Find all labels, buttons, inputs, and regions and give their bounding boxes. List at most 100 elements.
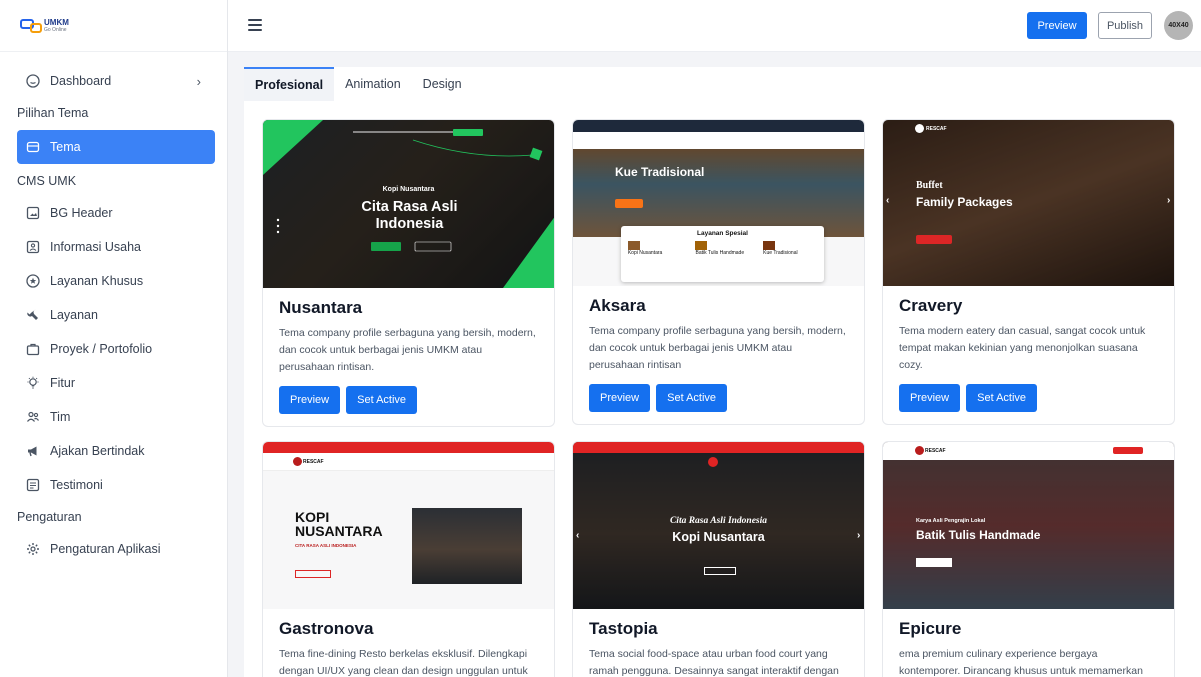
section-label-cms: CMS UMK bbox=[17, 174, 77, 188]
chevron-left-icon[interactable]: ‹ bbox=[576, 530, 579, 541]
theme-description: Tema company profile serbaguna yang bers… bbox=[279, 327, 536, 373]
tab-animation[interactable]: Animation bbox=[334, 67, 412, 101]
thumbnail-kicker: Kopi Nusantara bbox=[382, 186, 435, 193]
lightbulb-icon bbox=[26, 376, 40, 390]
thumbnail-brand: RESCAF bbox=[926, 126, 947, 132]
sidebar-item-ajakan[interactable]: Ajakan Bertindak bbox=[0, 434, 227, 468]
chevron-right-icon: › bbox=[196, 73, 201, 89]
sidebar-item-layanan-khusus[interactable]: Layanan Khusus bbox=[0, 264, 227, 298]
preview-button[interactable]: Preview bbox=[1027, 12, 1087, 39]
thumbnail-title: Batik Tulis Handmade bbox=[916, 528, 1041, 542]
sidebar: UMKM Go Online Dashboard › Pilihan Tema … bbox=[0, 0, 228, 677]
users-icon bbox=[26, 410, 40, 424]
sidebar-item-tema[interactable]: Tema bbox=[17, 130, 215, 164]
theme-card-epicure: RESCAF Karya Asli Pengrajin Lokal Batik … bbox=[882, 441, 1175, 677]
sidebar-item-label: Testimoni bbox=[50, 478, 103, 492]
theme-thumbnail[interactable]: RESCAF Buffet Family Packages ‹ › bbox=[883, 120, 1174, 286]
theme-thumbnail[interactable]: Cita Rasa Asli Indonesia Kopi Nusantara … bbox=[573, 442, 864, 609]
theme-description: Tema fine-dining Resto berkelas eksklusi… bbox=[279, 648, 528, 677]
set-active-button[interactable]: Set Active bbox=[346, 386, 418, 414]
sidebar-item-label: Tim bbox=[50, 410, 71, 424]
theme-thumbnail[interactable]: RESCAF Karya Asli Pengrajin Lokal Batik … bbox=[883, 442, 1174, 609]
sidebar-item-layanan[interactable]: Layanan bbox=[0, 298, 227, 332]
briefcase-icon bbox=[26, 342, 40, 356]
sidebar-item-label: Layanan bbox=[50, 308, 98, 322]
section-label-settings: Pengaturan bbox=[17, 510, 82, 524]
theme-description: ema premium culinary experience bergaya … bbox=[899, 648, 1143, 677]
sidebar-item-label: Layanan Khusus bbox=[50, 274, 144, 288]
thumbnail-subtitle: Layanan Spesial bbox=[697, 230, 748, 237]
image-icon bbox=[26, 206, 40, 220]
star-circle-icon bbox=[26, 274, 40, 288]
thumbnail-item: Kue Tradisional bbox=[763, 250, 798, 256]
theme-thumbnail[interactable]: Kue Tradisional Layanan Spesial Kopi Nus… bbox=[573, 120, 864, 286]
tab-profesional[interactable]: Profesional bbox=[244, 67, 335, 101]
theme-description: Tema modern eatery dan casual, sangat co… bbox=[899, 325, 1146, 371]
sidebar-item-dashboard[interactable]: Dashboard › bbox=[0, 64, 227, 98]
thumbnail-title: Family Packages bbox=[916, 195, 1013, 209]
avatar[interactable]: 40X40 bbox=[1164, 11, 1193, 40]
theme-title: Gastronova bbox=[279, 619, 374, 638]
theme-title: Tastopia bbox=[589, 619, 658, 638]
theme-card-cravery: RESCAF Buffet Family Packages ‹ › Craver… bbox=[882, 119, 1175, 425]
theme-tabs: Profesional Animation Design bbox=[244, 67, 473, 101]
sidebar-item-label: Ajakan Bertindak bbox=[50, 444, 145, 458]
tools-icon bbox=[26, 308, 40, 322]
sidebar-item-label: Dashboard bbox=[50, 74, 112, 88]
chevron-right-icon[interactable]: › bbox=[857, 530, 860, 541]
theme-card-nusantara: Kopi Nusantara Cita Rasa Asli Indonesia … bbox=[262, 119, 555, 427]
id-card-icon bbox=[26, 240, 40, 254]
thumbnail-subtitle: CITA RASA ASLI INDONESIA bbox=[295, 543, 357, 548]
sidebar-item-informasi-usaha[interactable]: Informasi Usaha bbox=[0, 230, 227, 264]
thumbnail-title: Kue Tradisional bbox=[615, 165, 705, 179]
set-active-button[interactable]: Set Active bbox=[656, 384, 728, 412]
theme-thumbnail[interactable]: Kopi Nusantara Cita Rasa Asli Indonesia bbox=[263, 120, 554, 288]
menu-icon[interactable] bbox=[248, 19, 262, 31]
thumbnail-kicker: Karya Asli Pengrajin Lokal bbox=[916, 518, 986, 524]
theme-description: Tema social food-space atau urban food c… bbox=[589, 648, 839, 677]
sidebar-item-tim[interactable]: Tim bbox=[0, 400, 227, 434]
theme-description: Tema company profile serbaguna yang bers… bbox=[589, 325, 846, 371]
sidebar-item-bg-header[interactable]: BG Header bbox=[0, 196, 227, 230]
publish-button[interactable]: Publish bbox=[1098, 12, 1152, 39]
thumbnail-brand: RESCAF bbox=[925, 448, 946, 454]
gear-icon bbox=[26, 542, 40, 556]
preview-theme-button[interactable]: Preview bbox=[279, 386, 341, 414]
megaphone-icon bbox=[26, 444, 40, 458]
thumbnail-item: Batik Tulis Handmade bbox=[695, 250, 745, 256]
sidebar-item-label: Informasi Usaha bbox=[50, 240, 142, 254]
theme-card-gastronova: RESCAF KOPI NUSANTARA CITA RASA ASLI IND… bbox=[262, 441, 555, 677]
logo-icon bbox=[20, 16, 58, 36]
tab-design[interactable]: Design bbox=[412, 67, 473, 101]
chevron-left-icon[interactable]: ‹ bbox=[886, 195, 889, 206]
sidebar-item-label: Pengaturan Aplikasi bbox=[50, 542, 161, 556]
sidebar-item-pengaturan-aplikasi[interactable]: Pengaturan Aplikasi bbox=[0, 532, 227, 566]
theme-title: Nusantara bbox=[279, 298, 363, 317]
sidebar-item-proyek[interactable]: Proyek / Portofolio bbox=[0, 332, 227, 366]
sidebar-item-label: Fitur bbox=[50, 376, 75, 390]
thumbnail-title: KOPI NUSANTARA bbox=[295, 509, 383, 539]
thumbnail-title: Kopi Nusantara bbox=[672, 530, 765, 544]
theme-card-tastopia: Cita Rasa Asli Indonesia Kopi Nusantara … bbox=[572, 441, 865, 677]
theme-card-aksara: Kue Tradisional Layanan Spesial Kopi Nus… bbox=[572, 119, 865, 425]
chevron-right-icon[interactable]: › bbox=[1167, 195, 1170, 206]
preview-theme-button[interactable]: Preview bbox=[899, 384, 961, 412]
sidebar-item-label: Proyek / Portofolio bbox=[50, 342, 153, 356]
theme-title: Epicure bbox=[899, 619, 962, 638]
preview-theme-button[interactable]: Preview bbox=[589, 384, 651, 412]
sidebar-item-label: Tema bbox=[50, 140, 81, 154]
dashboard-icon bbox=[26, 74, 40, 88]
thumbnail-title: Cita Rasa Asli Indonesia bbox=[361, 199, 458, 232]
sidebar-item-fitur[interactable]: Fitur bbox=[0, 366, 227, 400]
sidebar-item-testimoni[interactable]: Testimoni bbox=[0, 468, 227, 502]
brand-logo[interactable]: UMKM Go Online bbox=[0, 0, 227, 52]
set-active-button[interactable]: Set Active bbox=[966, 384, 1038, 412]
theme-title: Aksara bbox=[589, 296, 646, 315]
section-label-theme: Pilihan Tema bbox=[17, 106, 89, 120]
sidebar-item-label: BG Header bbox=[50, 206, 113, 220]
thumbnail-kicker: Cita Rasa Asli Indonesia bbox=[669, 516, 768, 526]
message-icon bbox=[26, 478, 40, 492]
theme-thumbnail[interactable]: RESCAF KOPI NUSANTARA CITA RASA ASLI IND… bbox=[263, 442, 554, 609]
theme-title: Cravery bbox=[899, 296, 963, 315]
theme-panel: Profesional Animation Design Kopi Nusant… bbox=[244, 67, 1201, 677]
